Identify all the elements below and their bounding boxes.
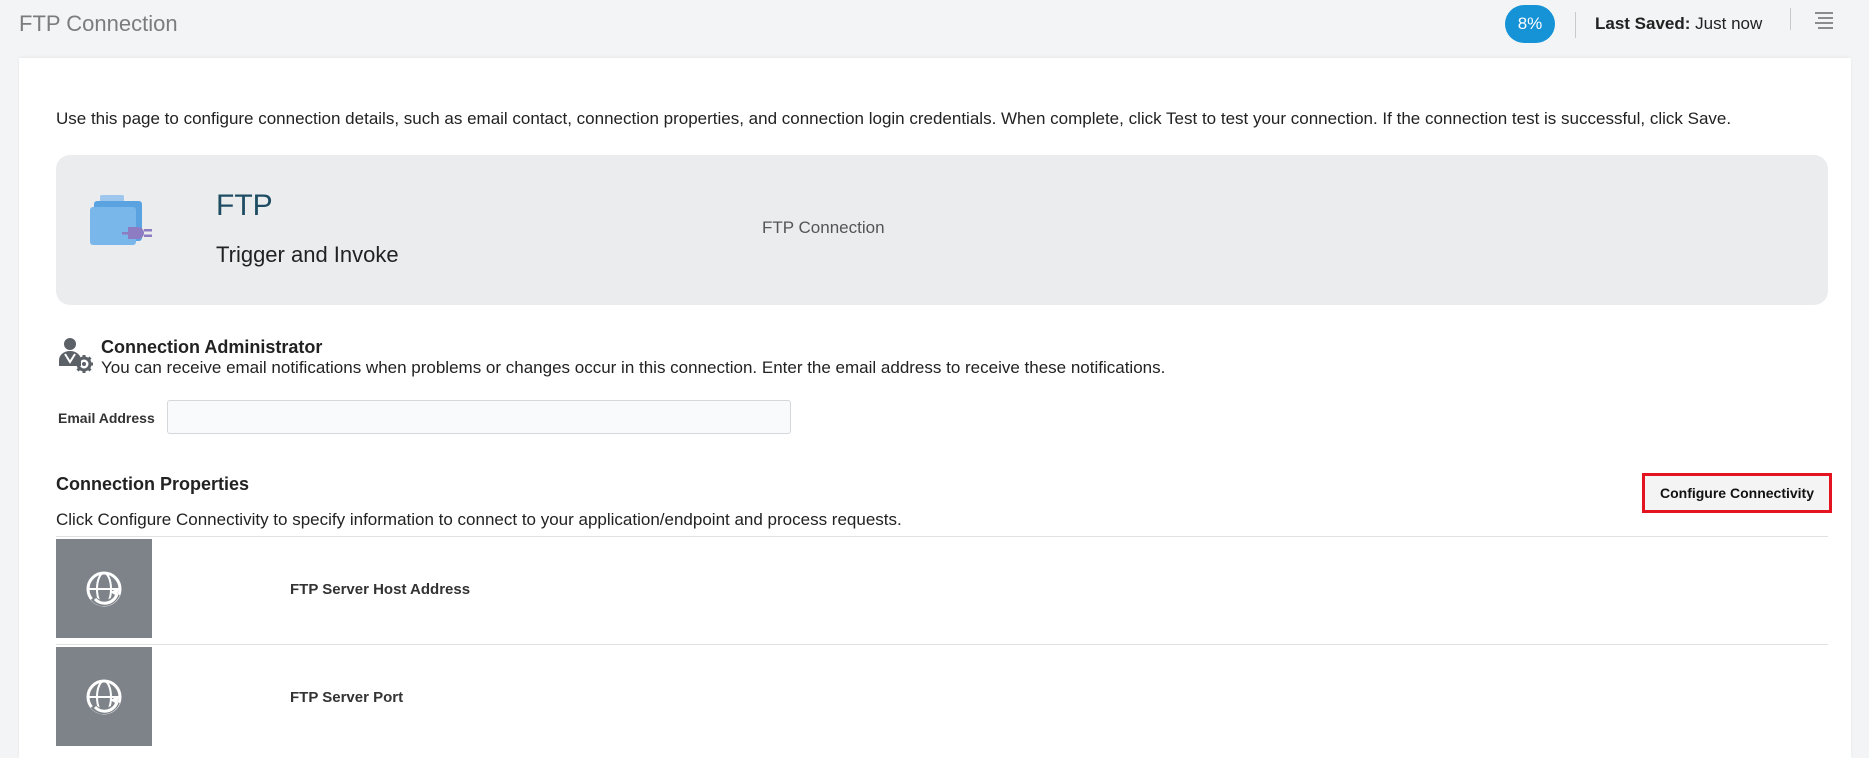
page-header: FTP Connection 8% Last Saved: Just now — [0, 0, 1869, 58]
connection-properties-title: Connection Properties — [56, 474, 250, 494]
property-row-host[interactable]: FTP Server Host Address — [56, 539, 1828, 638]
globe-refresh-icon — [56, 647, 152, 746]
properties-divider — [56, 536, 1828, 537]
adapter-role: Trigger and Invoke — [216, 242, 399, 267]
last-saved-status: Last Saved: Just now — [1595, 14, 1762, 34]
email-address-label: Email Address — [58, 410, 155, 426]
property-label-port: FTP Server Port — [290, 689, 404, 706]
adapter-name: FTP — [216, 189, 273, 222]
properties-divider-2 — [56, 644, 1828, 645]
email-address-input[interactable] — [167, 400, 791, 434]
configure-connectivity-button[interactable]: Configure Connectivity — [1642, 473, 1832, 513]
configure-connectivity-label: Configure Connectivity — [1659, 485, 1814, 501]
hamburger-menu-icon[interactable] — [1812, 9, 1836, 33]
intro-text: Use this page to configure connection de… — [56, 109, 1732, 128]
adapter-panel: FTP Trigger and Invoke FTP Connection — [56, 155, 1828, 305]
header-divider-right — [1790, 8, 1791, 30]
last-saved-label: Last Saved: — [1595, 14, 1691, 33]
connection-administrator-description: You can receive email notifications when… — [101, 358, 1166, 377]
page-title: FTP Connection — [19, 11, 178, 36]
adapter-connection-name: FTP Connection — [762, 218, 885, 237]
ftp-adapter-icon — [90, 193, 154, 251]
property-row-port[interactable]: FTP Server Port — [56, 647, 1828, 746]
last-saved-value: Just now — [1695, 14, 1763, 33]
connection-administrator-title: Connection Administrator — [101, 337, 323, 357]
progress-badge: 8% — [1505, 5, 1555, 43]
connection-properties-description: Click Configure Connectivity to specify … — [56, 510, 902, 529]
globe-refresh-icon — [56, 539, 152, 638]
admin-settings-icon — [56, 336, 94, 374]
header-divider — [1575, 12, 1576, 38]
property-label-host: FTP Server Host Address — [290, 581, 471, 598]
connection-card: Use this page to configure connection de… — [19, 58, 1851, 758]
